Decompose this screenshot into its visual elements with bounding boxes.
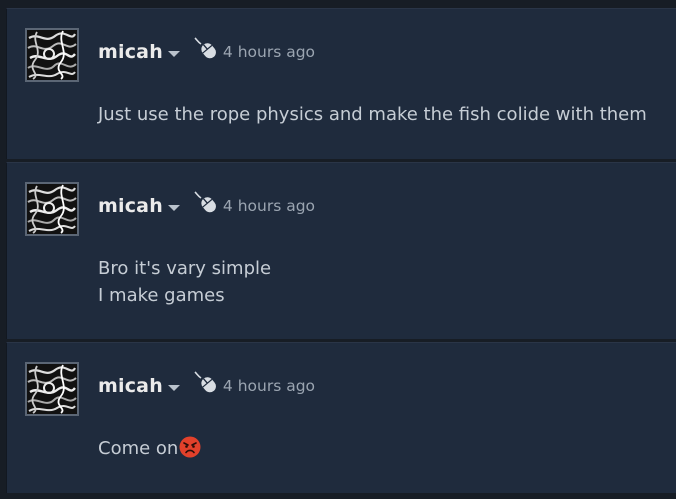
comment: micah 4 hours ago Just use the rope phys… xyxy=(6,8,676,159)
avatar-image xyxy=(27,184,77,234)
avatar[interactable] xyxy=(25,182,79,236)
comment-thread: micah 4 hours ago Just use the rope phys… xyxy=(0,0,676,499)
comment: micah 4 hours ago Bro it's vary simple I… xyxy=(6,162,676,339)
comment-text: Come on xyxy=(98,438,179,459)
comment-text: I make games xyxy=(98,285,225,306)
comment-body: Just use the rope physics and make the f… xyxy=(98,101,666,128)
author-name[interactable]: micah xyxy=(98,375,163,397)
author-name[interactable]: micah xyxy=(98,195,163,217)
angry-face-icon xyxy=(179,436,201,458)
comment-header: micah 4 hours ago xyxy=(98,37,315,67)
comment-text: Just use the rope physics and make the f… xyxy=(98,104,647,125)
comment-text-line: Come on xyxy=(98,435,666,462)
mouse-icon xyxy=(194,371,216,393)
mouse-icon xyxy=(194,37,216,59)
mouse-icon xyxy=(194,191,216,213)
comment-header: micah 4 hours ago xyxy=(98,191,315,221)
avatar[interactable] xyxy=(25,28,79,82)
chevron-down-icon[interactable] xyxy=(167,204,180,211)
avatar[interactable] xyxy=(25,362,79,416)
timestamp: 4 hours ago xyxy=(222,43,316,61)
timestamp: 4 hours ago xyxy=(222,197,316,215)
avatar-image xyxy=(27,30,77,80)
chevron-down-icon[interactable] xyxy=(167,50,180,57)
author-name[interactable]: micah xyxy=(98,41,163,63)
timestamp: 4 hours ago xyxy=(222,377,316,395)
comment-body: Come on xyxy=(98,435,666,462)
comment-body: Bro it's vary simple I make games xyxy=(98,255,666,309)
chevron-down-icon[interactable] xyxy=(167,384,180,391)
comment-text: Bro it's vary simple xyxy=(98,258,272,279)
avatar-image xyxy=(27,364,77,414)
comment: micah 4 hours ago Come on xyxy=(6,342,676,493)
comment-header: micah 4 hours ago xyxy=(98,371,315,401)
